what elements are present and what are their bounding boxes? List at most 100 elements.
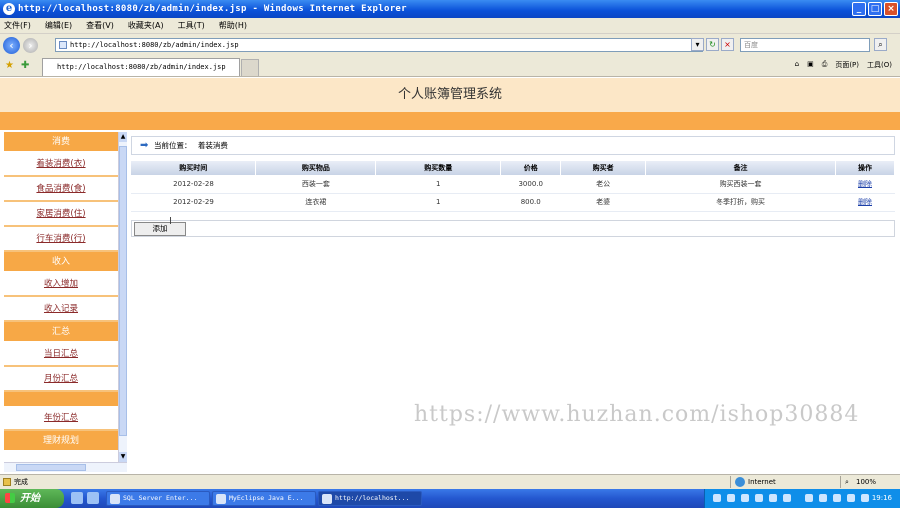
col-quantity: 购买数量	[375, 161, 502, 175]
tray-icon[interactable]	[783, 494, 791, 502]
tray-icon[interactable]	[847, 494, 855, 502]
quicklaunch-ie-icon[interactable]	[87, 492, 99, 504]
cell-action: 删除	[835, 193, 895, 212]
sidebar-header-summary[interactable]: 汇总	[4, 322, 118, 342]
sidebar-header-consume[interactable]: 消费	[4, 132, 118, 152]
cell-price: 800.0	[500, 193, 561, 212]
add-button[interactable]: 添加	[134, 222, 186, 236]
tab-title: http://localhost:8080/zb/admin/index.jsp	[57, 63, 226, 71]
window-controls: _ □ ×	[852, 2, 898, 16]
tray-icon[interactable]	[819, 494, 827, 502]
sidebar-item-yearly-summary[interactable]: 年份汇总	[4, 406, 118, 431]
status-divider	[730, 476, 731, 488]
favorites-star-icon[interactable]: ★	[5, 60, 14, 71]
breadcrumb: ➡ 当前位置： 着装消费	[131, 136, 895, 155]
address-url: http://localhost:8080/zb/admin/index.jsp	[70, 41, 239, 49]
tray-icon[interactable]	[833, 494, 841, 502]
sidebar-item-income-record[interactable]: 收入记录	[4, 297, 118, 322]
cell-note: 冬季打折，购买	[645, 193, 836, 212]
quicklaunch-desktop-icon[interactable]	[71, 492, 83, 504]
search-input[interactable]: 百度	[740, 38, 870, 52]
col-action: 操作	[835, 161, 895, 175]
menu-help[interactable]: 帮助(H)	[219, 20, 247, 31]
sidebar-item-housing[interactable]: 家居消费(住)	[4, 202, 118, 227]
status-text: 完成	[14, 478, 28, 486]
home-icon[interactable]: ⌂	[795, 60, 799, 70]
menu-favorites[interactable]: 收藏夹(A)	[128, 20, 164, 31]
tray-icon[interactable]	[713, 494, 721, 502]
forward-icon[interactable]: ›	[23, 37, 38, 53]
delete-link[interactable]: 删除	[858, 198, 872, 206]
app-title: 个人账簿管理系统	[397, 87, 502, 102]
tray-icon[interactable]	[755, 494, 763, 502]
app-header: 个人账簿管理系统	[0, 78, 900, 112]
menu-edit[interactable]: 编辑(E)	[45, 20, 72, 31]
col-item: 购买物品	[255, 161, 377, 175]
ie-logo-icon: e	[3, 3, 15, 15]
task-myeclipse[interactable]: MyEclipse Java E...	[212, 491, 316, 506]
zoom-icon[interactable]: ⌕	[845, 475, 849, 489]
tab-bar: ★ ✚ http://localhost:8080/zb/admin/index…	[0, 56, 900, 77]
tray-icon[interactable]	[861, 494, 869, 502]
back-icon[interactable]: ‹	[3, 36, 20, 54]
scroll-up-icon[interactable]: ▲	[119, 132, 127, 142]
page-menu[interactable]: 页面(P)	[835, 60, 859, 70]
status-zoom[interactable]: 100%	[856, 475, 876, 489]
minimize-button[interactable]: _	[852, 2, 866, 16]
new-tab-button[interactable]	[241, 59, 259, 76]
menu-bar: 文件(F) 编辑(E) 查看(V) 收藏夹(A) 工具(T) 帮助(H)	[0, 18, 900, 34]
menu-file[interactable]: 文件(F)	[4, 20, 31, 31]
stop-icon[interactable]: ×	[721, 38, 734, 51]
scroll-down-icon[interactable]: ▼	[119, 452, 127, 462]
system-tray: 19:16	[704, 489, 900, 508]
feeds-icon[interactable]: ▣	[807, 60, 814, 70]
refresh-icon[interactable]: ↻	[706, 38, 719, 51]
print-icon[interactable]: ⎙	[822, 60, 828, 70]
menu-view[interactable]: 查看(V)	[86, 20, 114, 31]
taskbar: 开始 SQL Server Enter... MyEclipse Java E.…	[0, 489, 900, 508]
window-title: http://localhost:8080/zb/admin/index.jsp…	[18, 4, 407, 14]
start-button[interactable]: 开始	[0, 489, 64, 508]
sidebar-vertical-scrollbar[interactable]: ▲ ▼	[118, 132, 127, 462]
cell-item: 西装一套	[255, 175, 376, 194]
maximize-button[interactable]: □	[868, 2, 882, 16]
add-bar: 添加	[131, 220, 895, 237]
tray-icon[interactable]	[805, 494, 813, 502]
scroll-thumb[interactable]	[119, 146, 127, 436]
sidebar-item-clothing[interactable]: 着装消费(衣)	[4, 152, 118, 177]
sidebar-item-daily-summary[interactable]: 当日汇总	[4, 342, 118, 367]
address-dropdown-icon[interactable]: ▾	[691, 38, 704, 51]
arrow-right-icon: ➡	[140, 140, 149, 151]
cell-buyer: 老公	[560, 175, 646, 194]
sidebar-item-income-add[interactable]: 收入增加	[4, 272, 118, 297]
watermark: https://www.huzhan.com/ishop30884	[414, 402, 860, 427]
search-icon[interactable]: ⌕	[874, 38, 887, 51]
menu-tools[interactable]: 工具(T)	[178, 20, 205, 31]
task-label: http://localhost...	[335, 494, 410, 502]
sidebar-item-monthly-summary[interactable]: 月份汇总	[4, 367, 118, 392]
breadcrumb-label: 当前位置：	[154, 141, 192, 150]
task-ie[interactable]: http://localhost...	[318, 491, 422, 506]
tab-active[interactable]: http://localhost:8080/zb/admin/index.jsp	[42, 58, 240, 76]
sidebar-header-income[interactable]: 收入	[4, 252, 118, 272]
task-label: SQL Server Enter...	[123, 494, 198, 502]
sidebar-item-food[interactable]: 食品消费(食)	[4, 177, 118, 202]
tray-icon[interactable]	[741, 494, 749, 502]
tray-icon[interactable]	[769, 494, 777, 502]
sidebar-item-travel[interactable]: 行车消费(行)	[4, 227, 118, 252]
add-favorite-icon[interactable]: ✚	[21, 60, 29, 71]
hscroll-thumb[interactable]	[16, 464, 86, 471]
address-input[interactable]: http://localhost:8080/zb/admin/index.jsp	[55, 38, 703, 52]
windows-flag-icon	[5, 493, 15, 503]
sidebar-horizontal-scrollbar[interactable]	[4, 462, 127, 472]
delete-link[interactable]: 删除	[858, 180, 872, 188]
close-button[interactable]: ×	[884, 2, 898, 16]
records-table: 购买时间 购买物品 购买数量 价格 购买者 备注 操作 2012-02-28 西…	[131, 161, 895, 212]
tray-icon[interactable]	[727, 494, 735, 502]
address-toolbar: ‹ › http://localhost:8080/zb/admin/index…	[0, 34, 900, 56]
cell-buyer: 老婆	[560, 193, 646, 212]
sidebar-header-finance[interactable]: 理财规划	[4, 431, 118, 451]
window-titlebar: e http://localhost:8080/zb/admin/index.j…	[0, 0, 900, 18]
tools-menu[interactable]: 工具(O)	[867, 60, 892, 70]
task-sql-server[interactable]: SQL Server Enter...	[106, 491, 210, 506]
